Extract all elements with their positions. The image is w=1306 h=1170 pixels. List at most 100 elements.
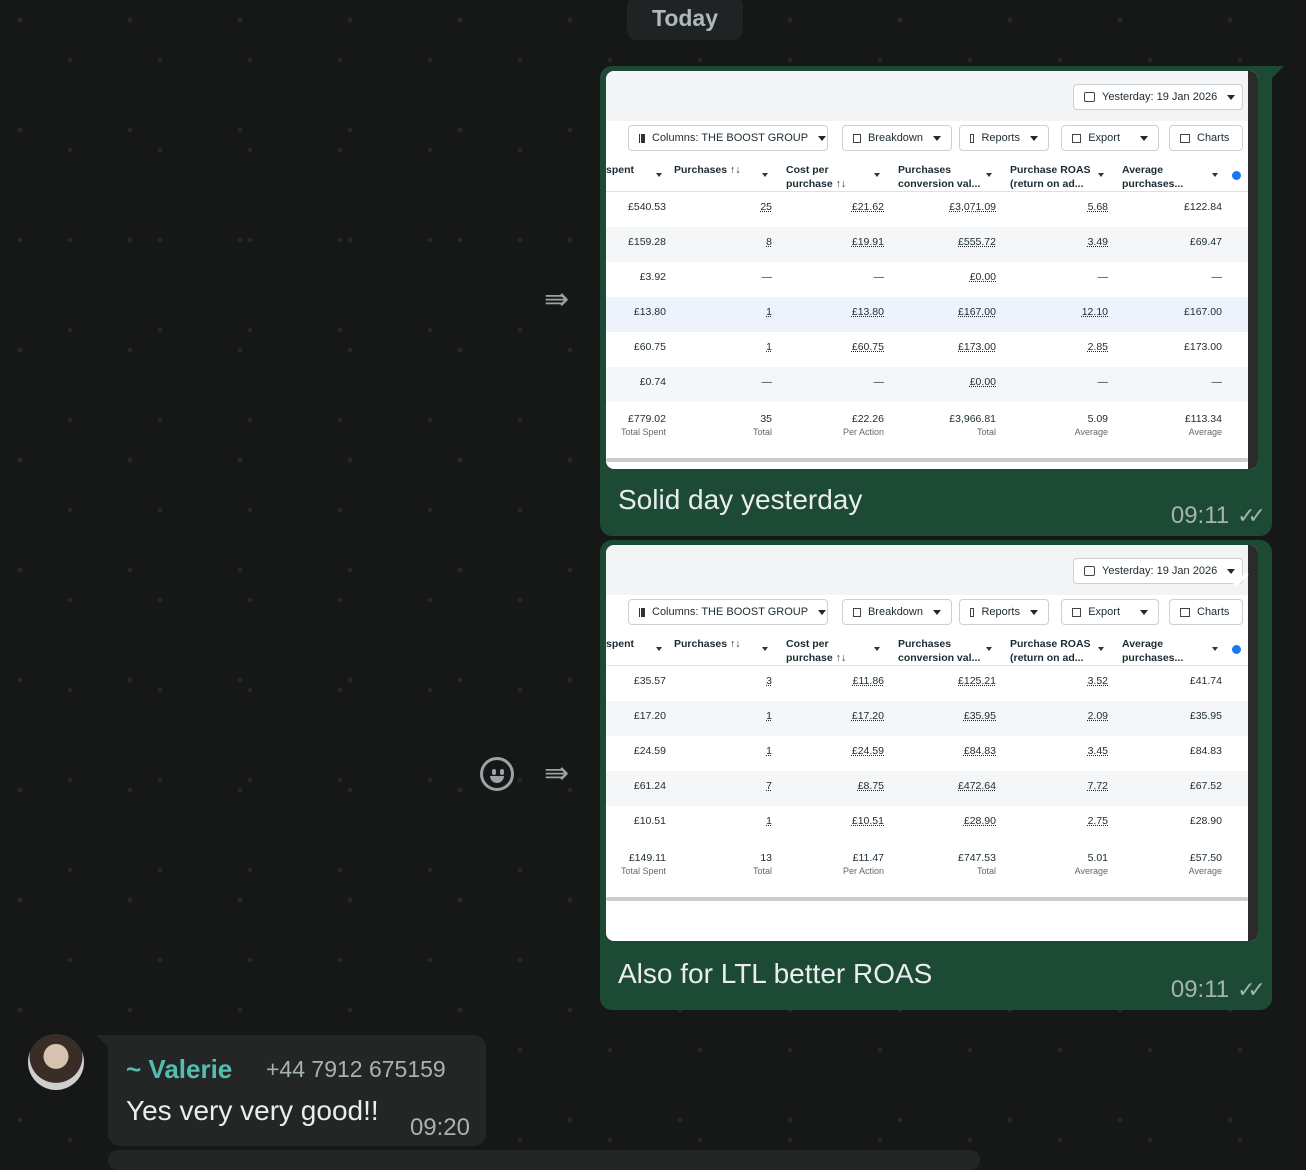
add-column-icon[interactable] bbox=[1232, 171, 1241, 180]
chevron-down-icon[interactable] bbox=[1098, 173, 1104, 177]
forward-icon[interactable]: ⇛ bbox=[544, 288, 580, 312]
total-value: £3,966.81 bbox=[949, 413, 996, 425]
vertical-scrollbar[interactable] bbox=[1248, 545, 1258, 941]
date-range-button[interactable]: Yesterday: 19 Jan 2026 bbox=[1073, 558, 1243, 584]
message-meta: 09:11 ✓✓ bbox=[1171, 976, 1258, 1004]
date-range-button[interactable]: Yesterday: 19 Jan 2026 bbox=[1073, 84, 1243, 110]
export-button[interactable]: Export bbox=[1061, 599, 1159, 625]
column-header[interactable]: Purchase ROAS (return on ad... bbox=[1010, 163, 1104, 191]
table-cell: £122.84 bbox=[1184, 201, 1222, 213]
forward-icon[interactable]: ⇛ bbox=[544, 762, 580, 786]
column-header[interactable]: Cost per purchase ↑↓ bbox=[786, 637, 880, 665]
reports-button[interactable]: Reports bbox=[959, 599, 1049, 625]
table-row[interactable]: £13.80 1 £13.80 £167.00 12.10 £167.00 bbox=[606, 297, 1258, 332]
table-cell: 3 bbox=[766, 675, 772, 687]
chevron-down-icon bbox=[818, 136, 826, 141]
table-row[interactable]: £17.20 1 £17.20 £35.95 2.09 £35.95 bbox=[606, 701, 1258, 736]
totals-row: £779.02 Total Spent 35 Total £22.26 Per Actio… bbox=[606, 404, 1258, 439]
table-cell: £540.53 bbox=[628, 201, 666, 213]
table-cell: £167.00 bbox=[1184, 306, 1222, 318]
vertical-scrollbar[interactable] bbox=[1248, 71, 1258, 469]
message-caption: Solid day yesterday bbox=[618, 484, 862, 516]
table-cell: £35.57 bbox=[634, 675, 666, 687]
chevron-down-icon[interactable] bbox=[874, 173, 880, 177]
incoming-message[interactable]: ~ Valerie +44 7912 675159 Yes very very … bbox=[108, 1035, 486, 1146]
chevron-down-icon bbox=[818, 610, 826, 615]
table-row[interactable]: £60.75 1 £60.75 £173.00 2.85 £173.00 bbox=[606, 332, 1258, 367]
chevron-down-icon[interactable] bbox=[762, 647, 768, 651]
add-column-icon[interactable] bbox=[1232, 645, 1241, 654]
table-row[interactable]: £0.74 — — £0.00 — — bbox=[606, 367, 1258, 402]
double-check-icon: ✓✓ bbox=[1237, 503, 1258, 529]
total-value: 5.09 bbox=[1088, 413, 1108, 425]
columns-icon bbox=[639, 134, 645, 143]
message-meta: 09:11 ✓✓ bbox=[1171, 502, 1258, 530]
table-cell: 1 bbox=[766, 341, 772, 353]
table-cell: £24.59 bbox=[634, 745, 666, 757]
table-row[interactable]: £61.24 7 £8.75 £472.64 7.72 £67.52 bbox=[606, 771, 1258, 806]
table-cell: £35.95 bbox=[964, 710, 996, 722]
charts-button[interactable]: Charts bbox=[1169, 125, 1243, 151]
ads-report-screenshot[interactable]: Yesterday: 19 Jan 2026 Columns: THE BOOST… bbox=[606, 71, 1258, 469]
emoji-icon[interactable] bbox=[480, 757, 514, 791]
column-header[interactable]: Purchase ROAS (return on ad... bbox=[1010, 637, 1104, 665]
breakdown-button[interactable]: Breakdown bbox=[842, 599, 952, 625]
outgoing-image-message[interactable]: Yesterday: 19 Jan 2026 Columns: THE BOOST… bbox=[600, 66, 1272, 536]
column-header[interactable]: spent bbox=[606, 637, 662, 651]
table-row[interactable]: £3.92 — — £0.00 — — bbox=[606, 262, 1258, 297]
total-value: £11.47 bbox=[853, 852, 884, 864]
table-cell: £0.74 bbox=[640, 376, 666, 388]
incoming-message[interactable] bbox=[108, 1150, 980, 1170]
total-label: Total bbox=[753, 427, 772, 437]
chevron-down-icon[interactable] bbox=[986, 647, 992, 651]
column-header[interactable]: Purchases conversion val... bbox=[898, 637, 992, 665]
ads-report-screenshot[interactable]: Yesterday: 19 Jan 2026 Columns: THE BOOST… bbox=[606, 545, 1258, 941]
horizontal-scrollbar[interactable] bbox=[606, 458, 1248, 462]
table-cell: 1 bbox=[766, 745, 772, 757]
chevron-down-icon[interactable] bbox=[1098, 647, 1104, 651]
table-cell: — bbox=[1212, 271, 1223, 283]
chevron-down-icon[interactable] bbox=[656, 647, 662, 651]
table-row[interactable]: £35.57 3 £11.86 £125.21 3.52 £41.74 bbox=[606, 666, 1258, 701]
table-cell: 2.09 bbox=[1088, 710, 1108, 722]
columns-button[interactable]: Columns: THE BOOST GROUP bbox=[628, 599, 828, 625]
column-header[interactable]: Purchases ↑↓ bbox=[674, 163, 768, 177]
charts-button[interactable]: Charts bbox=[1169, 599, 1243, 625]
sender-name[interactable]: ~ Valerie bbox=[126, 1054, 232, 1085]
column-header[interactable]: spent bbox=[606, 163, 662, 177]
reports-label: Reports bbox=[981, 132, 1020, 144]
outgoing-image-message[interactable]: Yesterday: 19 Jan 2026 Columns: THE BOOST… bbox=[600, 540, 1272, 1010]
columns-button[interactable]: Columns: THE BOOST GROUP bbox=[628, 125, 828, 151]
chevron-down-icon[interactable] bbox=[874, 647, 880, 651]
breakdown-button[interactable]: Breakdown bbox=[842, 125, 952, 151]
table-cell: £8.75 bbox=[858, 780, 884, 792]
table-row[interactable]: £540.53 25 £21.62 £3,071.09 5.68 £122.84 bbox=[606, 192, 1258, 227]
export-button[interactable]: Export bbox=[1061, 125, 1159, 151]
table-cell: 1 bbox=[766, 710, 772, 722]
table-cell: £10.51 bbox=[852, 815, 884, 827]
column-header[interactable]: Purchases ↑↓ bbox=[674, 637, 768, 651]
table-cell: £17.20 bbox=[634, 710, 666, 722]
column-header[interactable]: Average purchases... bbox=[1122, 163, 1218, 191]
column-header[interactable]: Average purchases... bbox=[1122, 637, 1218, 665]
reports-icon bbox=[970, 608, 974, 617]
chevron-down-icon[interactable] bbox=[986, 173, 992, 177]
chevron-down-icon[interactable] bbox=[1212, 647, 1218, 651]
horizontal-scrollbar[interactable] bbox=[606, 897, 1248, 901]
table-row[interactable]: £159.28 8 £19.91 £555.72 3.49 £69.47 bbox=[606, 227, 1258, 262]
chevron-down-icon[interactable] bbox=[1212, 173, 1218, 177]
total-label: Average bbox=[1075, 427, 1108, 437]
table-cell: £3,071.09 bbox=[949, 201, 996, 213]
table-row[interactable]: £10.51 1 £10.51 £28.90 2.75 £28.90 bbox=[606, 806, 1258, 841]
table-row[interactable]: £24.59 1 £24.59 £84.83 3.45 £84.83 bbox=[606, 736, 1258, 771]
column-header[interactable]: Cost per purchase ↑↓ bbox=[786, 163, 880, 191]
breakdown-icon bbox=[853, 608, 861, 617]
column-header[interactable]: Purchases conversion val... bbox=[898, 163, 992, 191]
total-value: £747.53 bbox=[958, 852, 996, 864]
avatar[interactable] bbox=[28, 1034, 84, 1090]
total-label: Total bbox=[753, 866, 772, 876]
table-cell: £21.62 bbox=[852, 201, 884, 213]
chevron-down-icon[interactable] bbox=[762, 173, 768, 177]
reports-button[interactable]: Reports bbox=[959, 125, 1049, 151]
chevron-down-icon[interactable] bbox=[656, 173, 662, 177]
